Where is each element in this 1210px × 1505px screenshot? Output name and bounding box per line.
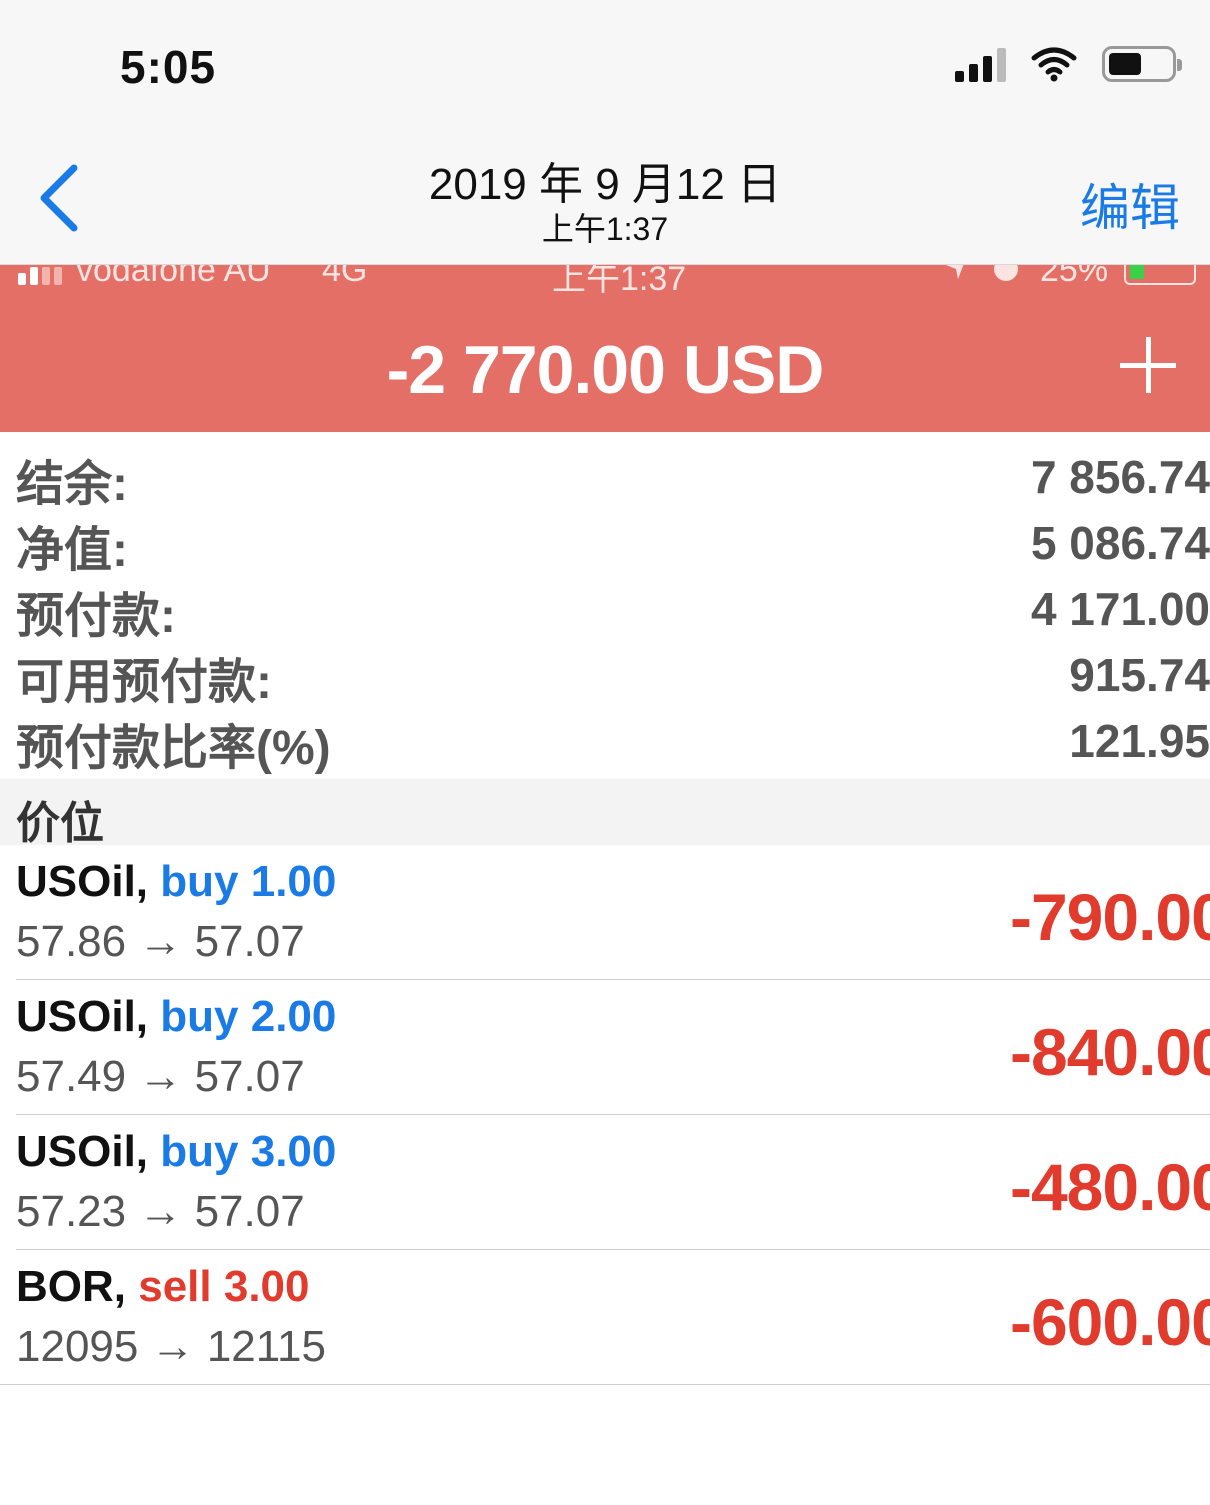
page-subtitle: 上午1:37	[541, 211, 669, 247]
positions-section-header: 价位	[0, 779, 1210, 848]
wifi-icon	[1031, 47, 1077, 82]
position-symbol: USOil,	[16, 992, 149, 1041]
summary-row-balance: 结余: 7 856.74	[0, 440, 1210, 511]
open-price: 57.49	[16, 1052, 127, 1101]
summary-row-margin: 预付款: 4 171.00	[0, 572, 1210, 643]
position-profit: -480.00	[1010, 1150, 1210, 1224]
position-symbol: USOil,	[16, 1127, 149, 1176]
trade-screenshot: vodafone AU 4G 上午1:37 25% -2 770.00 USD …	[0, 265, 1210, 1505]
position-profit: -600.00	[1010, 1285, 1210, 1359]
total-profit: -2 770.00 USD	[386, 332, 825, 408]
summary-row-free-margin: 可用预付款: 915.74	[0, 638, 1210, 709]
edit-button[interactable]: 编辑	[1080, 168, 1180, 240]
alarm-icon	[994, 265, 1018, 281]
section-title: 价位	[16, 799, 104, 848]
arrow-right-icon: →	[138, 1187, 183, 1236]
inner-status-bar: vodafone AU 4G 上午1:37 25%	[0, 265, 1210, 305]
position-row[interactable]: USOil, buy 3.00 57.23 → 57.07 -480.00	[0, 1115, 1210, 1250]
position-volume: 3.00	[223, 1262, 310, 1311]
summary-value: 4 171.00	[1030, 583, 1210, 635]
inner-carrier: vodafone AU	[76, 265, 271, 289]
position-volume: 1.00	[250, 857, 337, 906]
position-volume: 3.00	[250, 1127, 337, 1176]
position-symbol: USOil,	[16, 857, 149, 906]
position-symbol: BOR,	[16, 1262, 126, 1311]
status-bar: 5:05	[0, 0, 1210, 130]
status-icons	[955, 46, 1182, 82]
current-price: 57.07	[194, 917, 305, 966]
location-icon	[946, 265, 964, 279]
arrow-right-icon: →	[138, 917, 183, 966]
position-profit: -840.00	[1010, 1015, 1210, 1089]
inner-time: 上午1:37	[552, 265, 687, 298]
current-price: 12115	[206, 1322, 326, 1371]
row-divider	[0, 1384, 1210, 1385]
inner-battery-percent: 25%	[1040, 265, 1109, 289]
page-title: 2019 年 9 月12 日	[428, 160, 782, 209]
summary-value: 7 856.74	[1030, 451, 1210, 503]
position-row[interactable]: BOR, sell 3.00 12095 → 12115 -600.00	[0, 1250, 1210, 1385]
inner-battery-icon	[1124, 265, 1196, 285]
open-price: 57.86	[16, 917, 127, 966]
summary-label: 结余:	[16, 458, 128, 511]
nav-bar: 2019 年 9 月12 日 上午1:37 编辑	[0, 130, 1210, 265]
summary-value: 915.74	[1069, 649, 1210, 701]
position-side: sell	[138, 1262, 212, 1311]
position-row[interactable]: USOil, buy 2.00 57.49 → 57.07 -840.00	[0, 980, 1210, 1115]
summary-label: 预付款:	[16, 590, 176, 643]
profit-banner: -2 770.00 USD	[0, 305, 1210, 432]
summary-row-margin-level: 预付款比率(%) 121.95	[0, 704, 1210, 775]
summary-label: 可用预付款:	[16, 656, 272, 709]
status-time: 5:05	[120, 41, 217, 93]
current-price: 57.07	[194, 1052, 305, 1101]
summary-label: 净值:	[16, 524, 128, 577]
add-button[interactable]	[1120, 337, 1176, 393]
summary-value: 5 086.74	[1030, 517, 1210, 569]
open-price: 12095	[16, 1322, 139, 1371]
arrow-right-icon: →	[150, 1322, 195, 1371]
open-price: 57.23	[16, 1187, 127, 1236]
inner-signal-icon	[18, 267, 62, 285]
summary-value: 121.95	[1069, 715, 1210, 767]
position-volume: 2.00	[250, 992, 337, 1041]
current-price: 57.07	[194, 1187, 305, 1236]
summary-row-equity: 净值: 5 086.74	[0, 506, 1210, 577]
position-profit: -790.00	[1010, 880, 1210, 954]
arrow-right-icon: →	[138, 1052, 183, 1101]
summary-label: 预付款比率(%)	[16, 722, 331, 775]
position-side: buy	[160, 992, 239, 1041]
cellular-signal-icon	[955, 46, 1006, 82]
position-side: buy	[160, 857, 239, 906]
account-summary: 结余: 7 856.74 净值: 5 086.74 预付款: 4 171.00 …	[0, 432, 1210, 779]
position-row[interactable]: USOil, buy 1.00 57.86 → 57.07 -790.00	[0, 845, 1210, 980]
position-side: buy	[160, 1127, 239, 1176]
inner-network: 4G	[322, 265, 368, 289]
battery-icon	[1102, 46, 1182, 82]
